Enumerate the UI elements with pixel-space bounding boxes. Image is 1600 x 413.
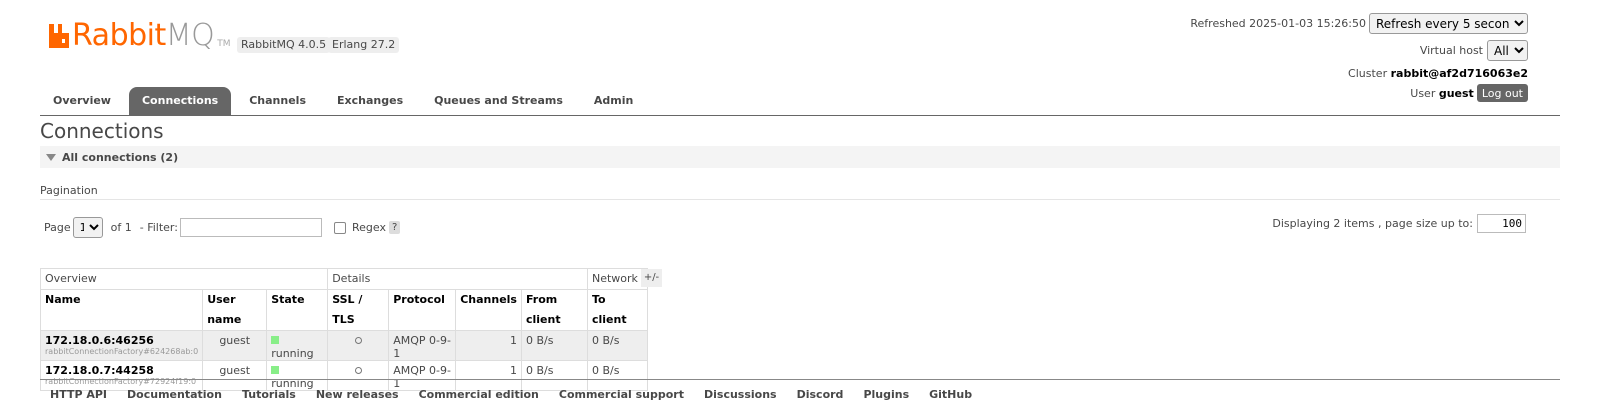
state-cell: running <box>266 330 329 361</box>
from-client-cell: 0 B/s <box>520 330 588 361</box>
logo-text-secondary: MQ <box>165 18 215 53</box>
filter-label: - Filter: <box>139 221 178 234</box>
pagination-controls: Page 1 of 1 - Filter: Regex ? <box>44 217 401 238</box>
channels-cell: 1 <box>455 330 522 361</box>
vhost-label: Virtual host <box>1419 44 1483 57</box>
displaying-label: Displaying 2 items , page size up to: <box>1272 217 1473 230</box>
page-count: of 1 <box>110 221 132 234</box>
footer-link-commercial-edition[interactable]: Commercial edition <box>409 384 549 405</box>
col-ssl-tls[interactable]: SSL / TLS <box>327 289 390 331</box>
footer-link-discord[interactable]: Discord <box>787 384 854 405</box>
page-label: Page <box>44 221 71 234</box>
group-network: Network <box>586 268 648 290</box>
table-row[interactable]: 172.18.0.6:46256 rabbitConnectionFactory… <box>39 330 648 361</box>
col-channels[interactable]: Channels <box>455 289 522 331</box>
footer-link-discussions[interactable]: Discussions <box>694 384 787 405</box>
footer-links: HTTP API Documentation Tutorials New rel… <box>40 384 982 405</box>
ssl-disabled-icon <box>354 367 362 374</box>
footer-link-tutorials[interactable]: Tutorials <box>232 384 306 405</box>
column-group-row: Overview Details Network <box>39 268 648 290</box>
col-to-client[interactable]: To client <box>586 289 648 331</box>
regex-label: Regex <box>351 221 386 234</box>
all-connections-section-toggle[interactable]: All connections (2) <box>40 146 1560 168</box>
footer-link-new-releases[interactable]: New releases <box>306 384 409 405</box>
refresh-interval-select[interactable]: Refresh every 5 seconds <box>1369 13 1528 34</box>
page-size-controls: Displaying 2 items , page size up to: <box>1272 214 1526 233</box>
state-text: running <box>271 347 314 360</box>
main-nav-tabs: Overview Connections Channels Exchanges … <box>40 87 651 115</box>
cluster-label: Cluster <box>1348 67 1388 80</box>
user-label: User <box>1410 86 1436 100</box>
footer-link-commercial-support[interactable]: Commercial support <box>549 384 694 405</box>
footer-link-github[interactable]: GitHub <box>919 384 982 405</box>
cluster-name: rabbit@af2d716063e2 <box>1390 67 1528 80</box>
logout-button[interactable]: Log out <box>1476 84 1528 102</box>
user-name: guest <box>1438 86 1474 100</box>
to-client-cell: 0 B/s <box>586 330 648 361</box>
rabbitmq-logo[interactable]: Rabbit MQ TM <box>49 21 231 51</box>
col-name[interactable]: Name <box>39 289 204 331</box>
cluster-row: Cluster rabbit@af2d716063e2 <box>1348 67 1528 80</box>
section-title: All connections (2) <box>62 150 179 164</box>
running-status-icon <box>271 336 280 344</box>
user-row: User guest Log out <box>1410 84 1528 102</box>
regex-checkbox[interactable] <box>333 221 346 234</box>
rabbitmq-version-badge: RabbitMQ 4.0.5 <box>237 37 331 53</box>
tab-connections[interactable]: Connections <box>128 87 232 115</box>
logo-text-primary: Rabbit <box>72 18 166 53</box>
connections-table: Overview Details Network Name User name … <box>39 268 648 391</box>
footer-link-documentation[interactable]: Documentation <box>117 384 232 405</box>
refresh-row: Refreshed 2025-01-03 15:26:50 Refresh ev… <box>1190 13 1528 34</box>
connection-name-cell[interactable]: 172.18.0.6:46256 rabbitConnectionFactory… <box>39 330 204 361</box>
tab-overview[interactable]: Overview <box>40 87 124 115</box>
pagination-divider <box>40 199 1560 200</box>
logo-trademark: TM <box>217 39 231 49</box>
page-select[interactable]: 1 <box>72 217 103 238</box>
col-state[interactable]: State <box>266 289 329 331</box>
nav-divider <box>40 115 1560 116</box>
ssl-cell <box>327 330 390 361</box>
footer-divider <box>40 379 1560 380</box>
column-toggle-button[interactable]: +/- <box>641 269 662 287</box>
pagination-heading: Pagination <box>40 184 98 197</box>
tab-admin[interactable]: Admin <box>581 87 646 115</box>
group-details: Details <box>327 268 588 290</box>
vhost-row: Virtual host All <box>1420 40 1528 61</box>
group-overview: Overview <box>39 268 329 290</box>
refreshed-timestamp: Refreshed 2025-01-03 15:26:50 <box>1190 17 1366 30</box>
rabbitmq-logo-icon <box>49 24 69 48</box>
connection-client-name: rabbitConnectionFactory#624268ab:0 <box>45 347 199 356</box>
page-size-input[interactable] <box>1477 214 1526 233</box>
col-user-name[interactable]: User name <box>202 289 268 331</box>
erlang-version-badge: Erlang 27.2 <box>328 37 400 53</box>
filter-input[interactable] <box>179 218 322 237</box>
ssl-disabled-icon <box>354 337 362 344</box>
col-from-client[interactable]: From client <box>520 289 588 331</box>
connection-name-link[interactable]: 172.18.0.6:46256 <box>45 334 198 347</box>
tab-queues-and-streams[interactable]: Queues and Streams <box>421 87 576 115</box>
running-status-icon <box>271 366 280 374</box>
tab-exchanges[interactable]: Exchanges <box>324 87 416 115</box>
column-header-row: Name User name State SSL / TLS Protocol … <box>39 289 648 331</box>
collapse-triangle-icon <box>46 153 56 161</box>
vhost-select[interactable]: All <box>1487 40 1528 61</box>
regex-help-icon[interactable]: ? <box>388 221 401 234</box>
col-protocol[interactable]: Protocol <box>388 289 457 331</box>
user-name-cell: guest <box>202 330 268 361</box>
footer-link-http-api[interactable]: HTTP API <box>40 384 117 405</box>
page-title: Connections <box>40 119 164 143</box>
connection-name-link[interactable]: 172.18.0.7:44258 <box>45 364 198 377</box>
tab-channels[interactable]: Channels <box>236 87 319 115</box>
footer-link-plugins[interactable]: Plugins <box>853 384 919 405</box>
protocol-cell: AMQP 0-9-1 <box>388 330 457 361</box>
